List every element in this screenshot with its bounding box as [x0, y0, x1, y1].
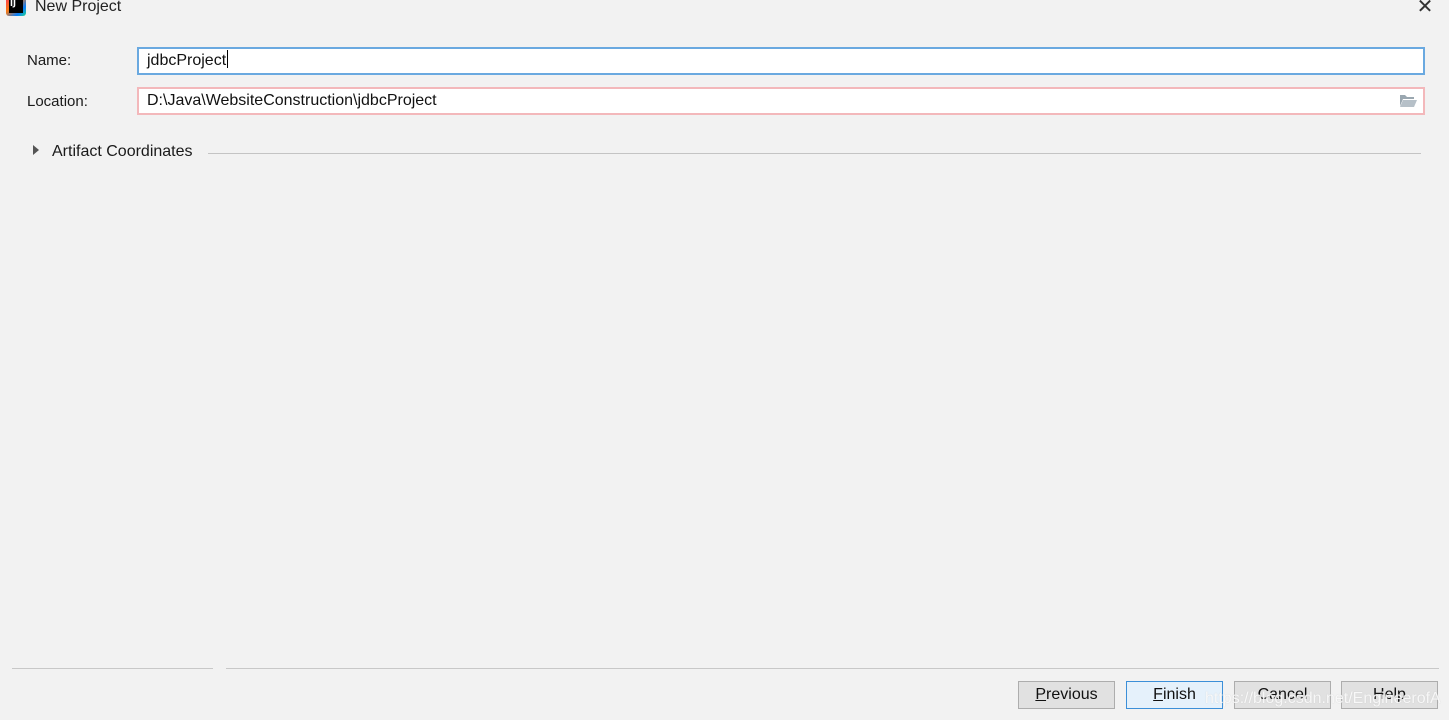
location-label: Location: — [27, 93, 88, 110]
finish-label: inish — [1162, 686, 1196, 703]
section-divider — [208, 153, 1421, 154]
intellij-idea-icon: IJ — [6, 0, 26, 16]
finish-mnemonic: F — [1153, 686, 1163, 703]
name-field[interactable]: jdbcProject — [137, 47, 1425, 75]
previous-mnemonic: P — [1035, 686, 1047, 703]
close-icon[interactable]: ✕ — [1415, 0, 1435, 16]
footer-divider-left — [12, 668, 213, 669]
finish-button[interactable]: Finish — [1126, 681, 1223, 709]
app-icon-label: IJ — [9, 0, 23, 13]
cancel-button[interactable]: Cancel — [1234, 681, 1331, 709]
dialog-title: New Project — [35, 0, 122, 15]
previous-label: revious — [1046, 686, 1098, 703]
name-label: Name: — [27, 52, 72, 69]
location-field-value: D:\Java\WebsiteConstruction\jdbcProject — [147, 92, 437, 109]
triangle-right-icon[interactable] — [33, 145, 39, 155]
folder-open-icon[interactable] — [1399, 93, 1417, 108]
footer-divider-right — [226, 668, 1439, 669]
new-project-dialog: IJ New Project ✕ Name: jdbcProject Locat… — [0, 0, 1449, 720]
name-field-value: jdbcProject — [147, 52, 227, 69]
previous-button[interactable]: Previous — [1018, 681, 1115, 709]
help-button[interactable]: Help — [1341, 681, 1438, 709]
text-caret — [227, 50, 229, 68]
location-field[interactable]: D:\Java\WebsiteConstruction\jdbcProject — [137, 87, 1425, 115]
artifact-coordinates-toggle[interactable]: Artifact Coordinates — [52, 143, 193, 161]
title-bar: IJ New Project ✕ — [0, 0, 1449, 20]
